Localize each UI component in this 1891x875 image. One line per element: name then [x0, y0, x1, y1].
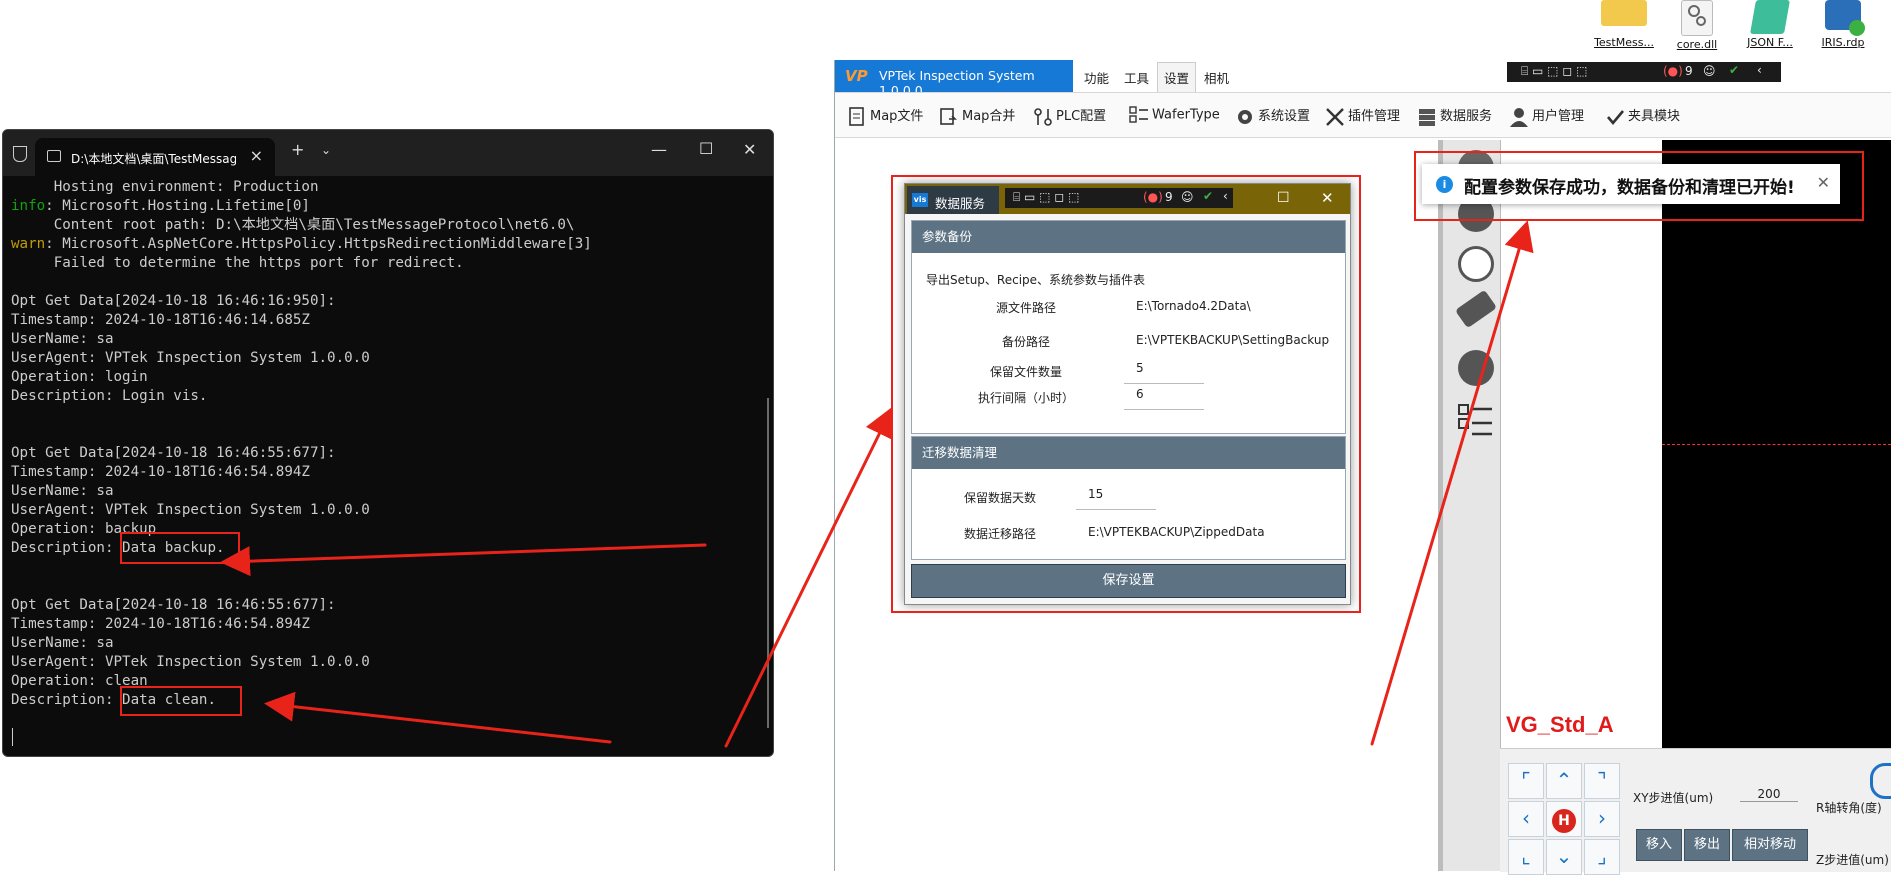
arrow-to-backup-line [220, 543, 707, 577]
arrow-to-toast [1370, 220, 1534, 746]
arrow-to-dialog [724, 406, 893, 748]
arrow-to-clean-line [264, 691, 612, 744]
annotation-arrows [220, 220, 1534, 748]
